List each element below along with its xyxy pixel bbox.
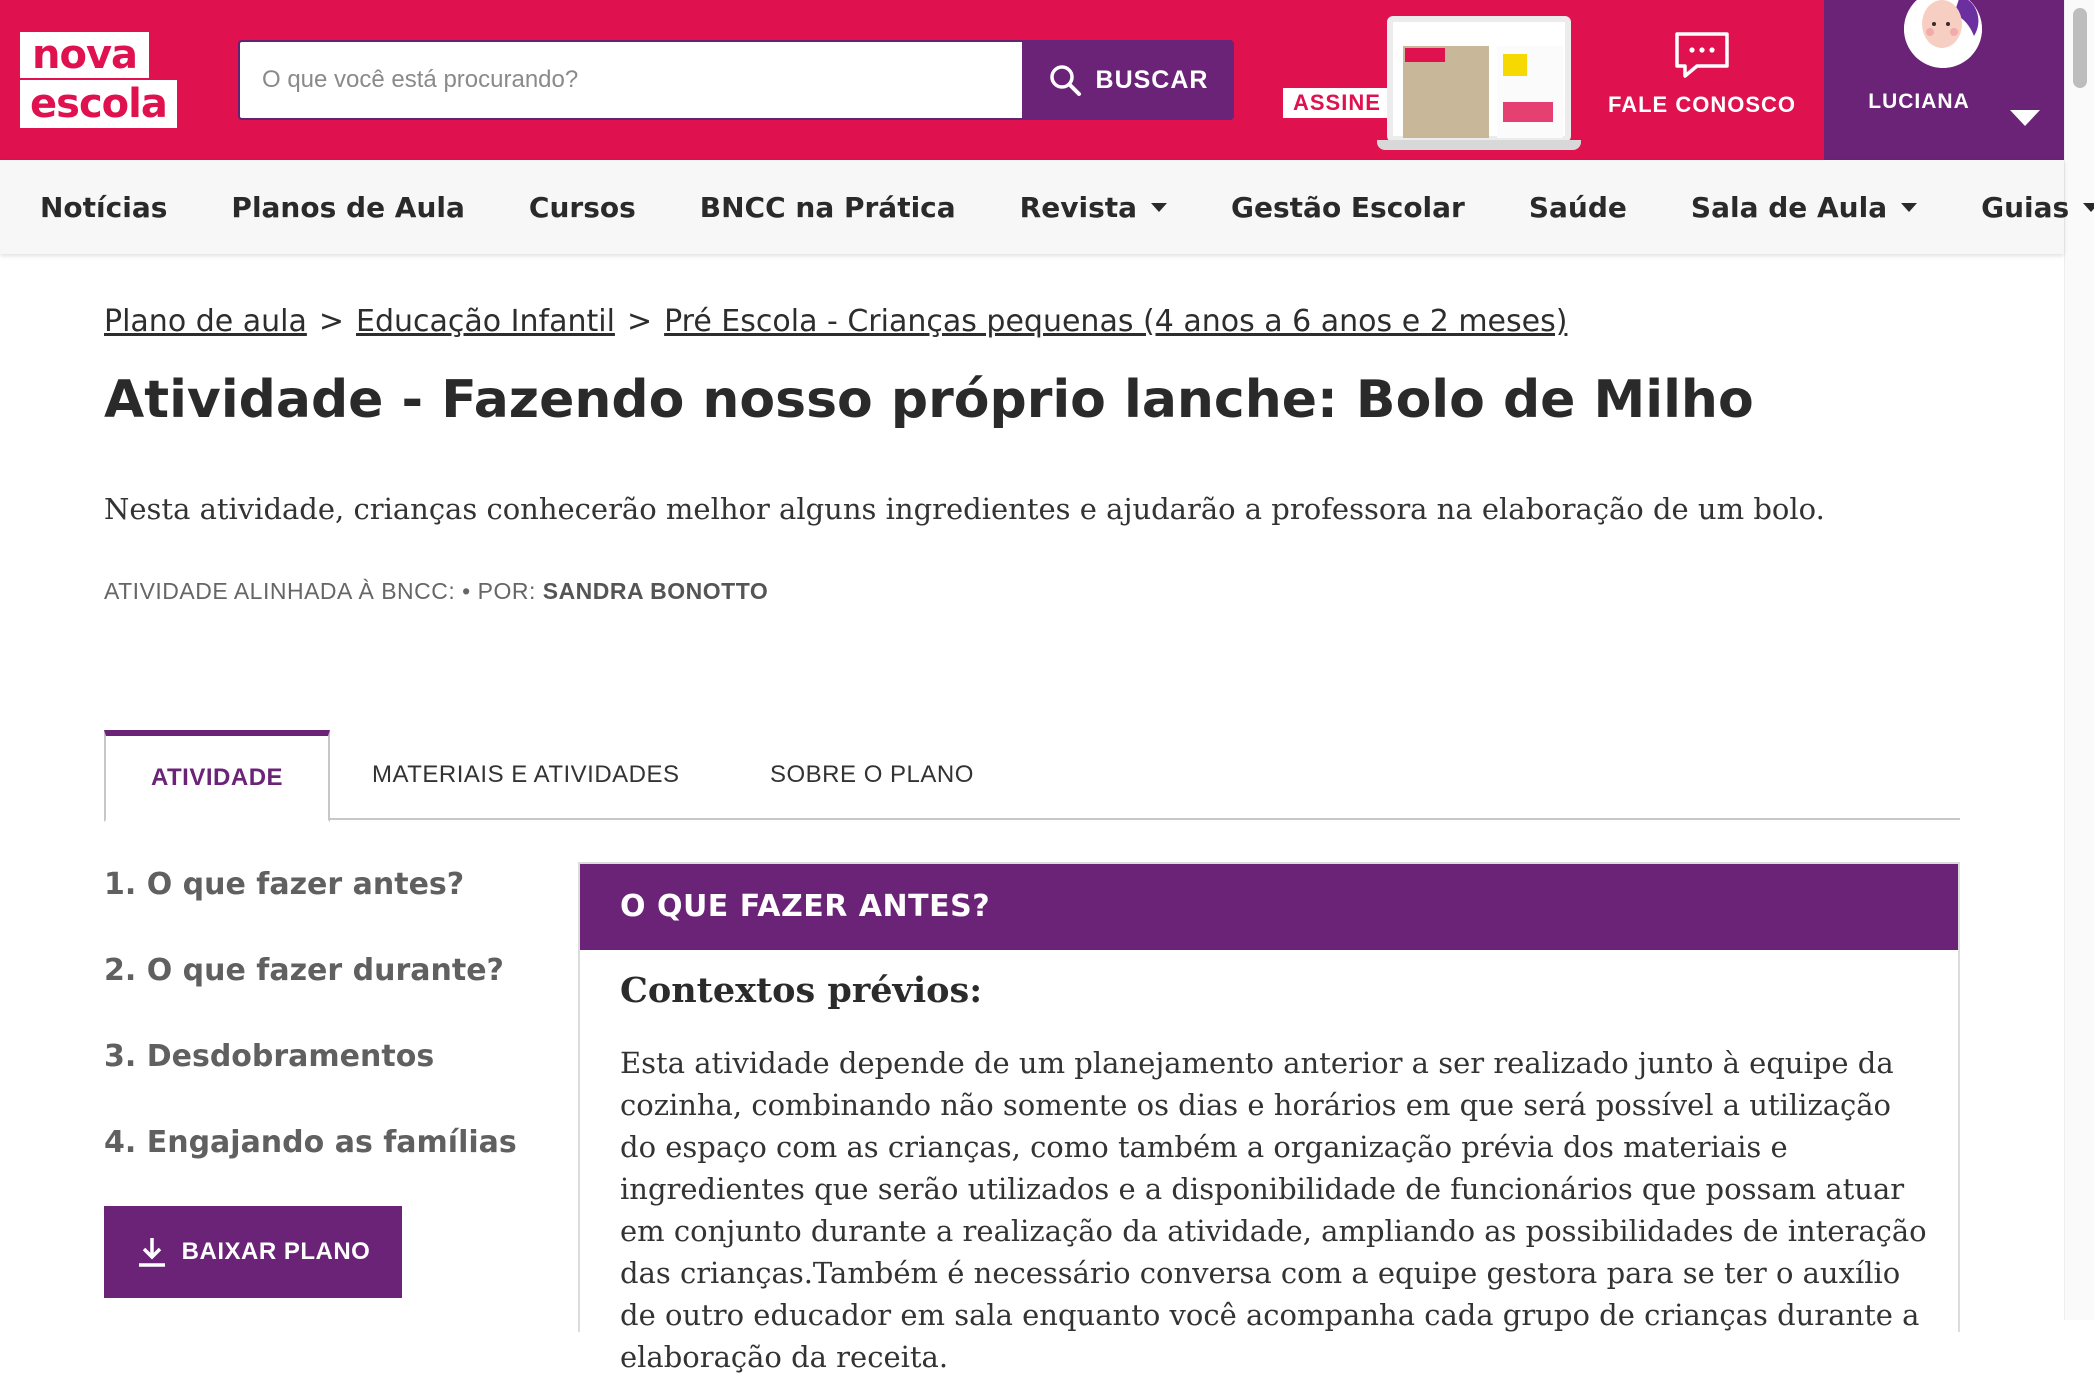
search-input[interactable] — [238, 40, 1022, 120]
content-tabs: ATIVIDADE MATERIAIS E ATIVIDADES SOBRE O… — [104, 730, 1960, 822]
nav-item-label: Guias — [1981, 190, 2070, 224]
nav-item-label: Saúde — [1528, 190, 1627, 224]
section-sidebar: 1. O que fazer antes? 2. O que fazer dur… — [104, 860, 544, 1204]
sidebar-item-desdobramentos[interactable]: 3. Desdobramentos — [104, 1032, 544, 1118]
download-plan-button[interactable]: BAIXAR PLANO — [104, 1206, 402, 1298]
tab-sobre-o-plano[interactable]: SOBRE O PLANO — [770, 730, 974, 820]
contact-label: FALE CONOSCO — [1607, 92, 1796, 117]
user-avatar — [1904, 0, 1982, 68]
breadcrumb-separator: > — [318, 304, 345, 339]
chevron-down-icon — [2010, 110, 2040, 126]
nav-item-revista[interactable]: Revista — [1019, 190, 1168, 224]
logo-line-1: nova — [20, 32, 150, 78]
nav-item-guias[interactable]: Guias — [1981, 191, 2094, 224]
panel-heading: O QUE FAZER ANTES? — [580, 864, 1958, 950]
nav-item-planos-de-aula[interactable]: Planos de Aula — [231, 191, 464, 224]
download-button-label: BAIXAR PLANO — [181, 1238, 371, 1265]
nav-item-label: BNCC na Prática — [699, 190, 956, 224]
meta-prefix: ATIVIDADE ALINHADA À BNCC: • POR: — [104, 578, 536, 604]
main-nav: Notícias Planos de Aula Cursos BNCC na P… — [0, 160, 2094, 254]
logo-line-2: escola — [20, 80, 177, 128]
laptop-screen — [1387, 16, 1571, 142]
nav-item-label: Sala de Aula — [1690, 190, 1888, 224]
caret-down-icon — [1901, 202, 1918, 212]
search-icon — [1049, 65, 1081, 96]
nav-item-label: Revista — [1019, 190, 1138, 224]
page-description: Nesta atividade, crianças conhecerão mel… — [104, 492, 1825, 526]
nav-item-label: Planos de Aula — [231, 190, 465, 224]
scrollbar-thumb[interactable] — [2073, 8, 2087, 88]
user-name: LUCIANA — [1868, 90, 1970, 113]
magazine-promo-image[interactable] — [1377, 16, 1581, 150]
laptop-base — [1377, 140, 1581, 150]
sidebar-item-antes[interactable]: 1. O que fazer antes? — [104, 860, 544, 946]
breadcrumb-link-plano-de-aula[interactable]: Plano de aula — [104, 304, 307, 339]
nova-escola-logo[interactable]: nova escola — [20, 32, 177, 128]
author-name[interactable]: SANDRA BONOTTO — [543, 578, 769, 604]
breadcrumb: Plano de aula > Educação Infantil > Pré Esco… — [104, 304, 1567, 339]
tab-atividade[interactable]: ATIVIDADE — [104, 730, 330, 822]
nav-item-label: Cursos — [528, 190, 636, 224]
sidebar-item-familias[interactable]: 4. Engajando as famílias — [104, 1118, 544, 1204]
caret-down-icon — [1151, 202, 1168, 212]
nav-item-cursos[interactable]: Cursos — [529, 191, 636, 224]
nav-item-bncc[interactable]: BNCC na Prática — [700, 191, 956, 224]
avatar-illustration — [1904, 0, 1982, 68]
page-meta: ATIVIDADE ALINHADA À BNCC: • POR: SANDRA… — [104, 578, 768, 605]
magazine-page — [1497, 46, 1563, 138]
tab-materiais-e-atividades[interactable]: MATERIAIS E ATIVIDADES — [372, 730, 680, 820]
nav-item-noticias[interactable]: Notícias — [40, 191, 167, 224]
content-panel: O QUE FAZER ANTES? Contextos prévios: Es… — [578, 862, 1960, 1374]
caret-down-icon — [2083, 202, 2094, 212]
subscribe-badge[interactable]: ASSINE — [1283, 88, 1391, 118]
breadcrumb-link-pre-escola[interactable]: Pré Escola - Crianças pequenas (4 anos a… — [664, 304, 1567, 339]
nav-item-label: Notícias — [40, 190, 168, 224]
page-title: Atividade - Fazendo nosso próprio lanche… — [104, 370, 1754, 430]
breadcrumb-link-educacao-infantil[interactable]: Educação Infantil — [356, 304, 615, 339]
sidebar-item-durante[interactable]: 2. O que fazer durante? — [104, 946, 544, 1032]
search-bar: BUSCAR — [238, 40, 1234, 120]
contact-link[interactable]: FALE CONOSCO — [1600, 26, 1804, 136]
nav-item-saude[interactable]: Saúde — [1529, 191, 1627, 224]
breadcrumb-separator: > — [626, 304, 653, 339]
chat-bubble-icon — [1675, 32, 1729, 78]
magazine-cover — [1403, 46, 1489, 138]
nav-item-gestao-escolar[interactable]: Gestão Escolar — [1231, 191, 1465, 224]
panel-body-text: Esta atividade depende de um planejament… — [620, 1046, 1927, 1374]
top-header: nova escola BUSCAR ASSINE FALE CONOSCO — [0, 0, 2064, 160]
user-menu[interactable]: LUCIANA — [1824, 0, 2064, 160]
search-button-label: BUSCAR — [1095, 65, 1209, 94]
nav-item-sala-de-aula[interactable]: Sala de Aula — [1690, 190, 1918, 224]
nav-item-label: Gestão Escolar — [1231, 190, 1465, 224]
search-button[interactable]: BUSCAR — [1022, 40, 1234, 120]
panel-subheading: Contextos prévios: — [620, 970, 983, 1011]
download-icon — [138, 1238, 165, 1267]
